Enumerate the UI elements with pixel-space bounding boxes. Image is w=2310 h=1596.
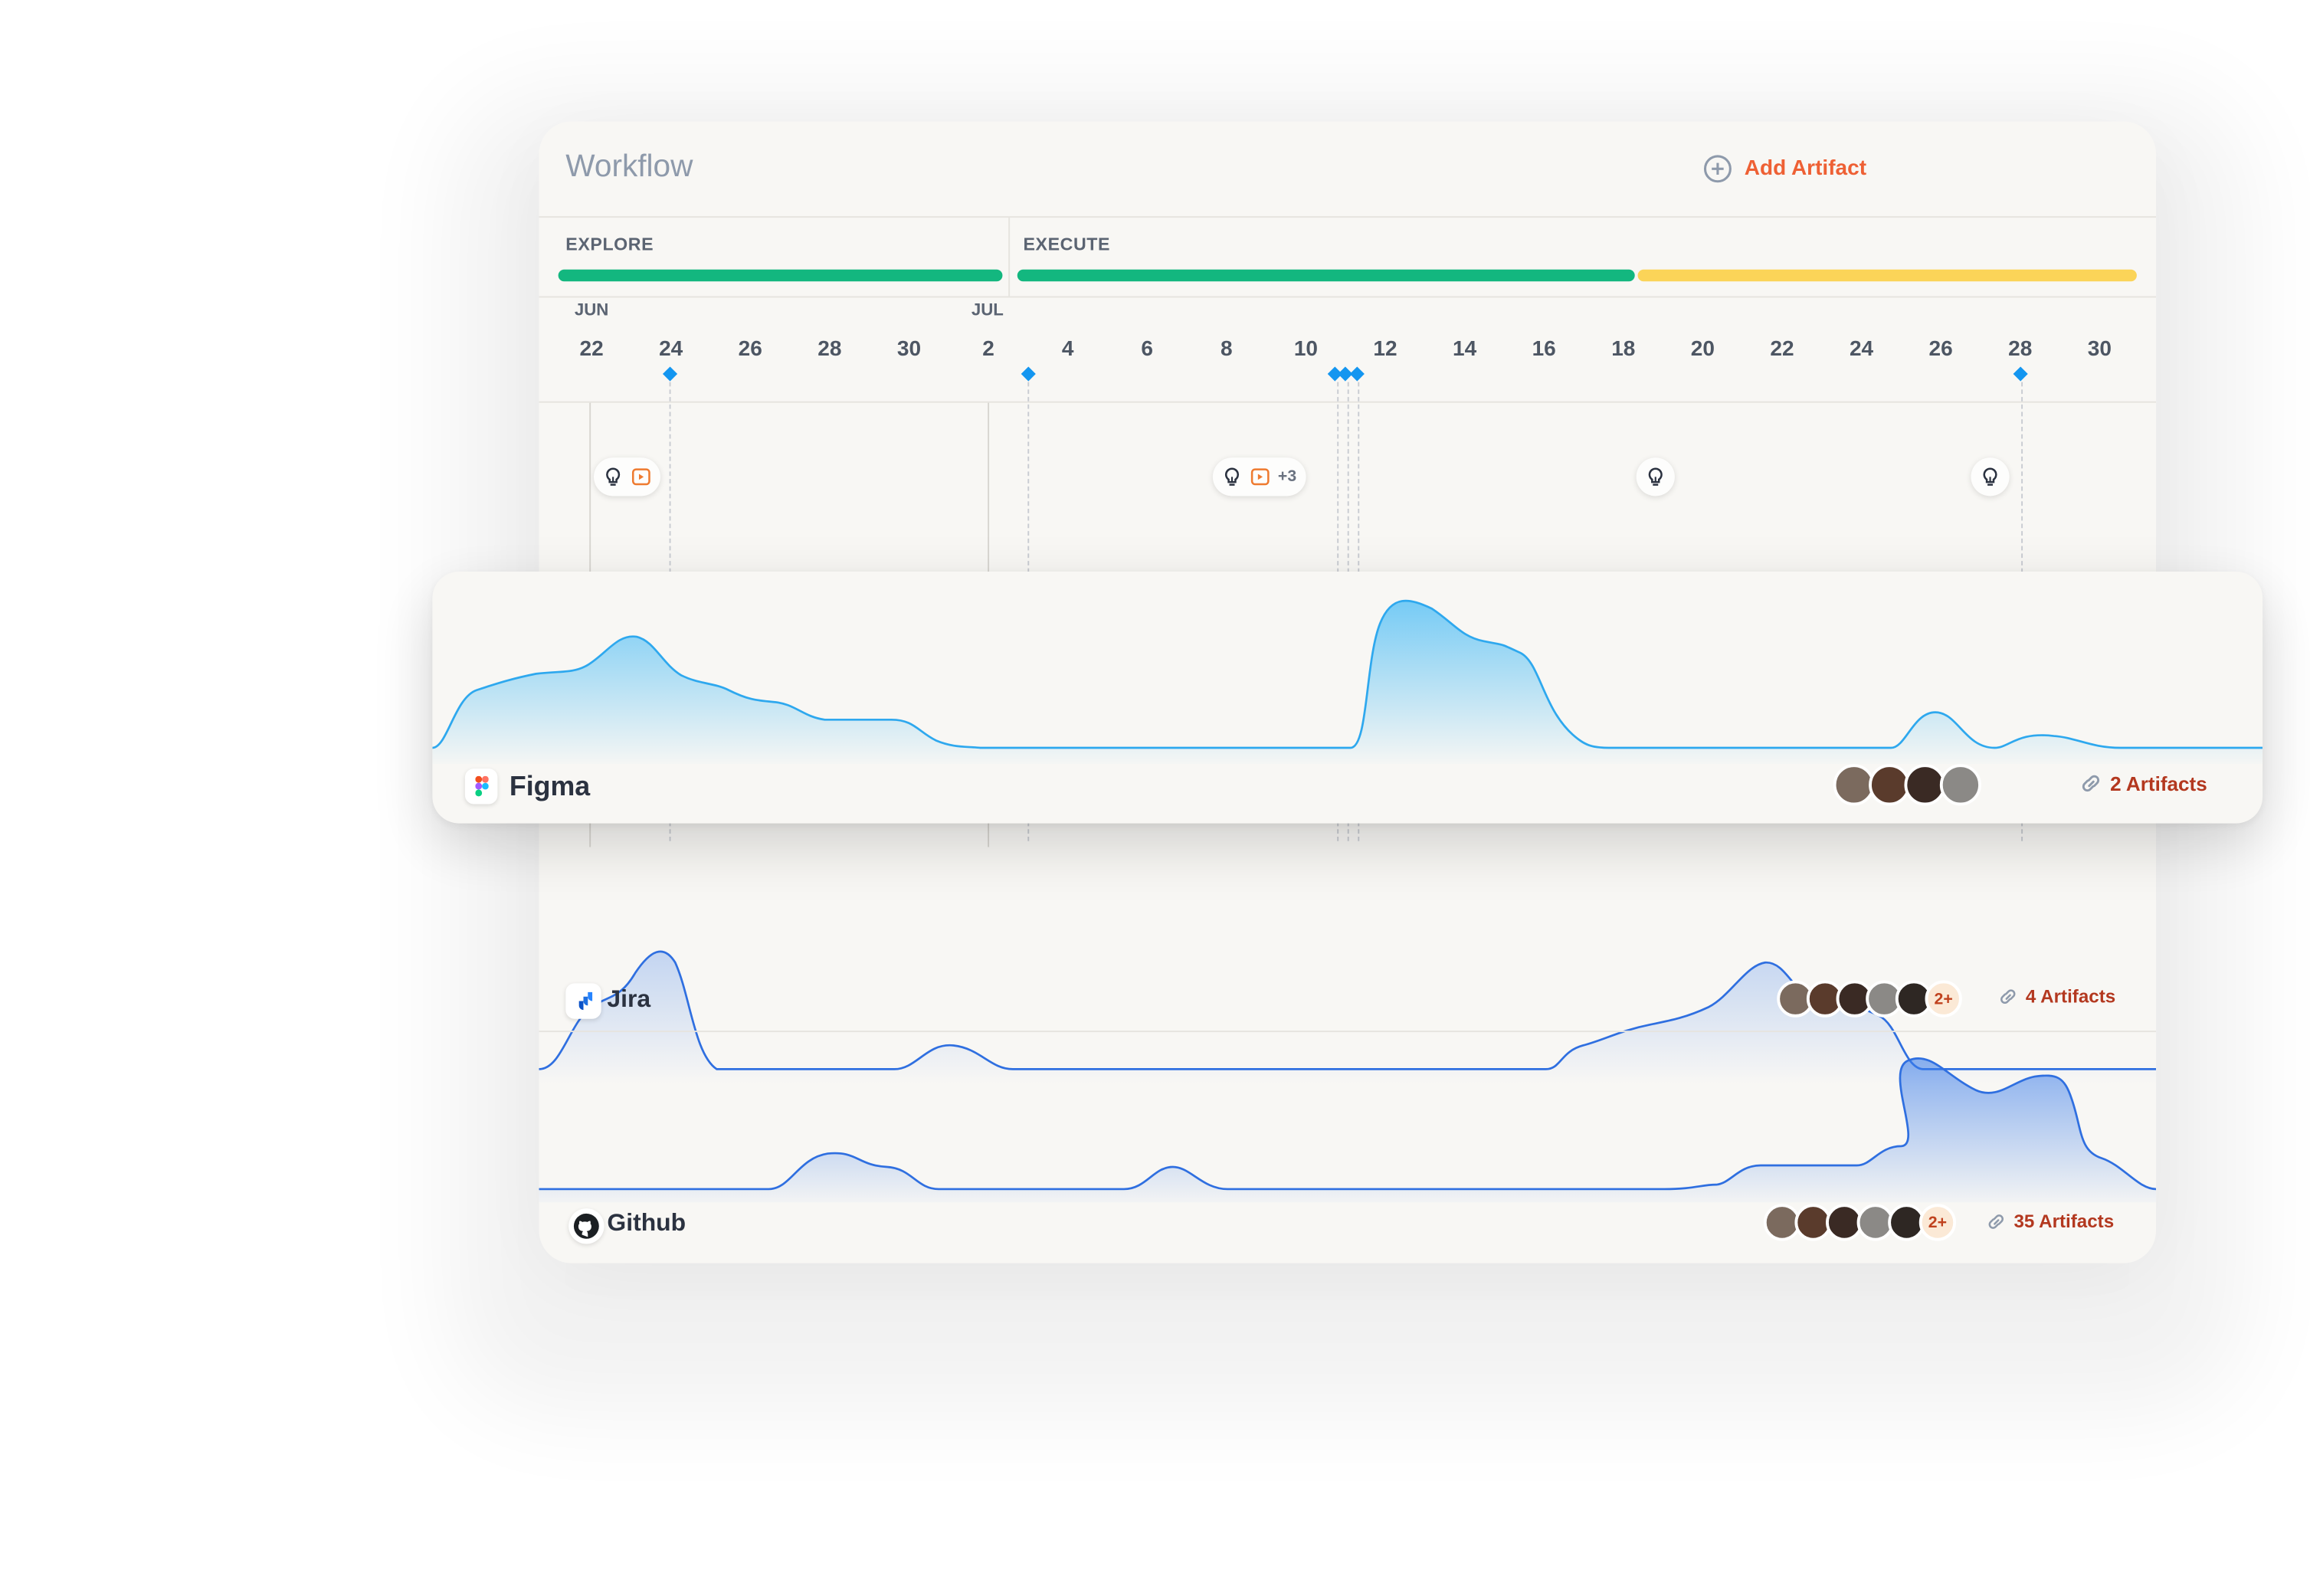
day-label: 16 bbox=[1532, 337, 1556, 362]
more-avatars-badge[interactable]: 2+ bbox=[1925, 980, 1962, 1018]
figma-row-card[interactable]: Figma 2 Artifacts bbox=[432, 572, 2263, 824]
divider bbox=[539, 296, 2157, 298]
day-label: 8 bbox=[1221, 337, 1233, 362]
avatar-group[interactable]: 2+ bbox=[1763, 1204, 1957, 1241]
milestone-marker[interactable] bbox=[662, 366, 678, 382]
phase-bar-execute-done[interactable] bbox=[1017, 269, 1635, 282]
link-icon bbox=[2082, 775, 2100, 792]
figma-artifacts-link[interactable]: 2 Artifacts bbox=[2079, 772, 2207, 795]
month-label-jul: JUL bbox=[971, 302, 1004, 320]
tool-name-figma: Figma bbox=[509, 770, 591, 801]
lightbulb-icon bbox=[1224, 467, 1240, 486]
avatar-group[interactable] bbox=[1833, 764, 1981, 806]
jira-artifacts-link[interactable]: 4 Artifacts bbox=[1997, 986, 2115, 1007]
artifact-count: 4 Artifacts bbox=[2025, 986, 2116, 1008]
event-pill[interactable] bbox=[1636, 457, 1675, 496]
page-title: Workflow bbox=[565, 149, 693, 184]
day-label: 20 bbox=[1690, 337, 1715, 362]
artifact-count: 35 Artifacts bbox=[2013, 1211, 2115, 1233]
jira-logo-icon bbox=[565, 983, 601, 1019]
day-label: 28 bbox=[2008, 337, 2033, 362]
add-artifact-label: Add Artifact bbox=[1744, 156, 1867, 181]
milestone-marker[interactable] bbox=[2013, 366, 2028, 382]
avatar-group[interactable]: 2+ bbox=[1777, 980, 1962, 1018]
day-label: 10 bbox=[1293, 337, 1319, 362]
day-label: 26 bbox=[738, 337, 762, 362]
day-label: 30 bbox=[2087, 337, 2112, 362]
video-icon bbox=[631, 468, 650, 486]
day-label: 14 bbox=[1453, 337, 1477, 362]
tool-name-github: Github bbox=[607, 1210, 686, 1237]
milestone-marker[interactable] bbox=[1021, 366, 1036, 382]
figma-activity-chart bbox=[432, 599, 2263, 765]
day-label: 28 bbox=[818, 337, 842, 362]
day-label: 6 bbox=[1141, 337, 1154, 362]
lightbulb-icon bbox=[606, 467, 621, 486]
phase-bar-explore[interactable] bbox=[558, 269, 1003, 282]
phase-label-explore: EXPLORE bbox=[565, 234, 654, 255]
add-artifact-button[interactable]: Add Artifact bbox=[1703, 154, 1866, 184]
link-icon bbox=[1988, 1214, 2004, 1229]
avatar[interactable] bbox=[1939, 764, 1981, 806]
day-label: 2 bbox=[982, 337, 994, 362]
lightbulb-icon bbox=[1648, 467, 1663, 486]
plus-circle-icon bbox=[1703, 155, 1732, 183]
divider bbox=[539, 1031, 2157, 1033]
month-label-jun: JUN bbox=[574, 302, 609, 320]
milestone-marker[interactable] bbox=[1349, 366, 1365, 382]
figma-logo-icon bbox=[464, 769, 498, 805]
more-count: +3 bbox=[1277, 467, 1297, 486]
video-icon bbox=[1250, 468, 1270, 486]
event-pill[interactable] bbox=[1971, 457, 2010, 496]
github-activity-chart bbox=[539, 1057, 2157, 1203]
day-label: 12 bbox=[1373, 337, 1397, 362]
artifact-count: 2 Artifacts bbox=[2110, 772, 2207, 795]
github-logo-icon bbox=[568, 1208, 605, 1244]
divider bbox=[539, 216, 2157, 218]
event-pill[interactable]: +3 bbox=[1212, 457, 1306, 496]
day-label: 18 bbox=[1611, 337, 1636, 362]
phase-label-execute: EXECUTE bbox=[1023, 234, 1111, 255]
day-label: 24 bbox=[1849, 337, 1874, 362]
more-avatars-badge[interactable]: 2+ bbox=[1918, 1204, 1957, 1241]
day-label: 26 bbox=[1928, 337, 1953, 362]
day-label: 22 bbox=[1770, 337, 1794, 362]
phase-bar-execute-remaining[interactable] bbox=[1637, 269, 2137, 282]
day-label: 22 bbox=[579, 337, 604, 362]
github-artifacts-link[interactable]: 35 Artifacts bbox=[1986, 1211, 2114, 1232]
phase-separator bbox=[1008, 218, 1011, 298]
day-label: 24 bbox=[659, 337, 683, 362]
tool-name-jira: Jira bbox=[607, 986, 651, 1013]
lightbulb-icon bbox=[1983, 467, 1997, 486]
event-pill[interactable] bbox=[594, 457, 660, 496]
link-icon bbox=[2000, 989, 2016, 1004]
day-label: 30 bbox=[896, 337, 922, 362]
day-label: 4 bbox=[1061, 337, 1074, 362]
